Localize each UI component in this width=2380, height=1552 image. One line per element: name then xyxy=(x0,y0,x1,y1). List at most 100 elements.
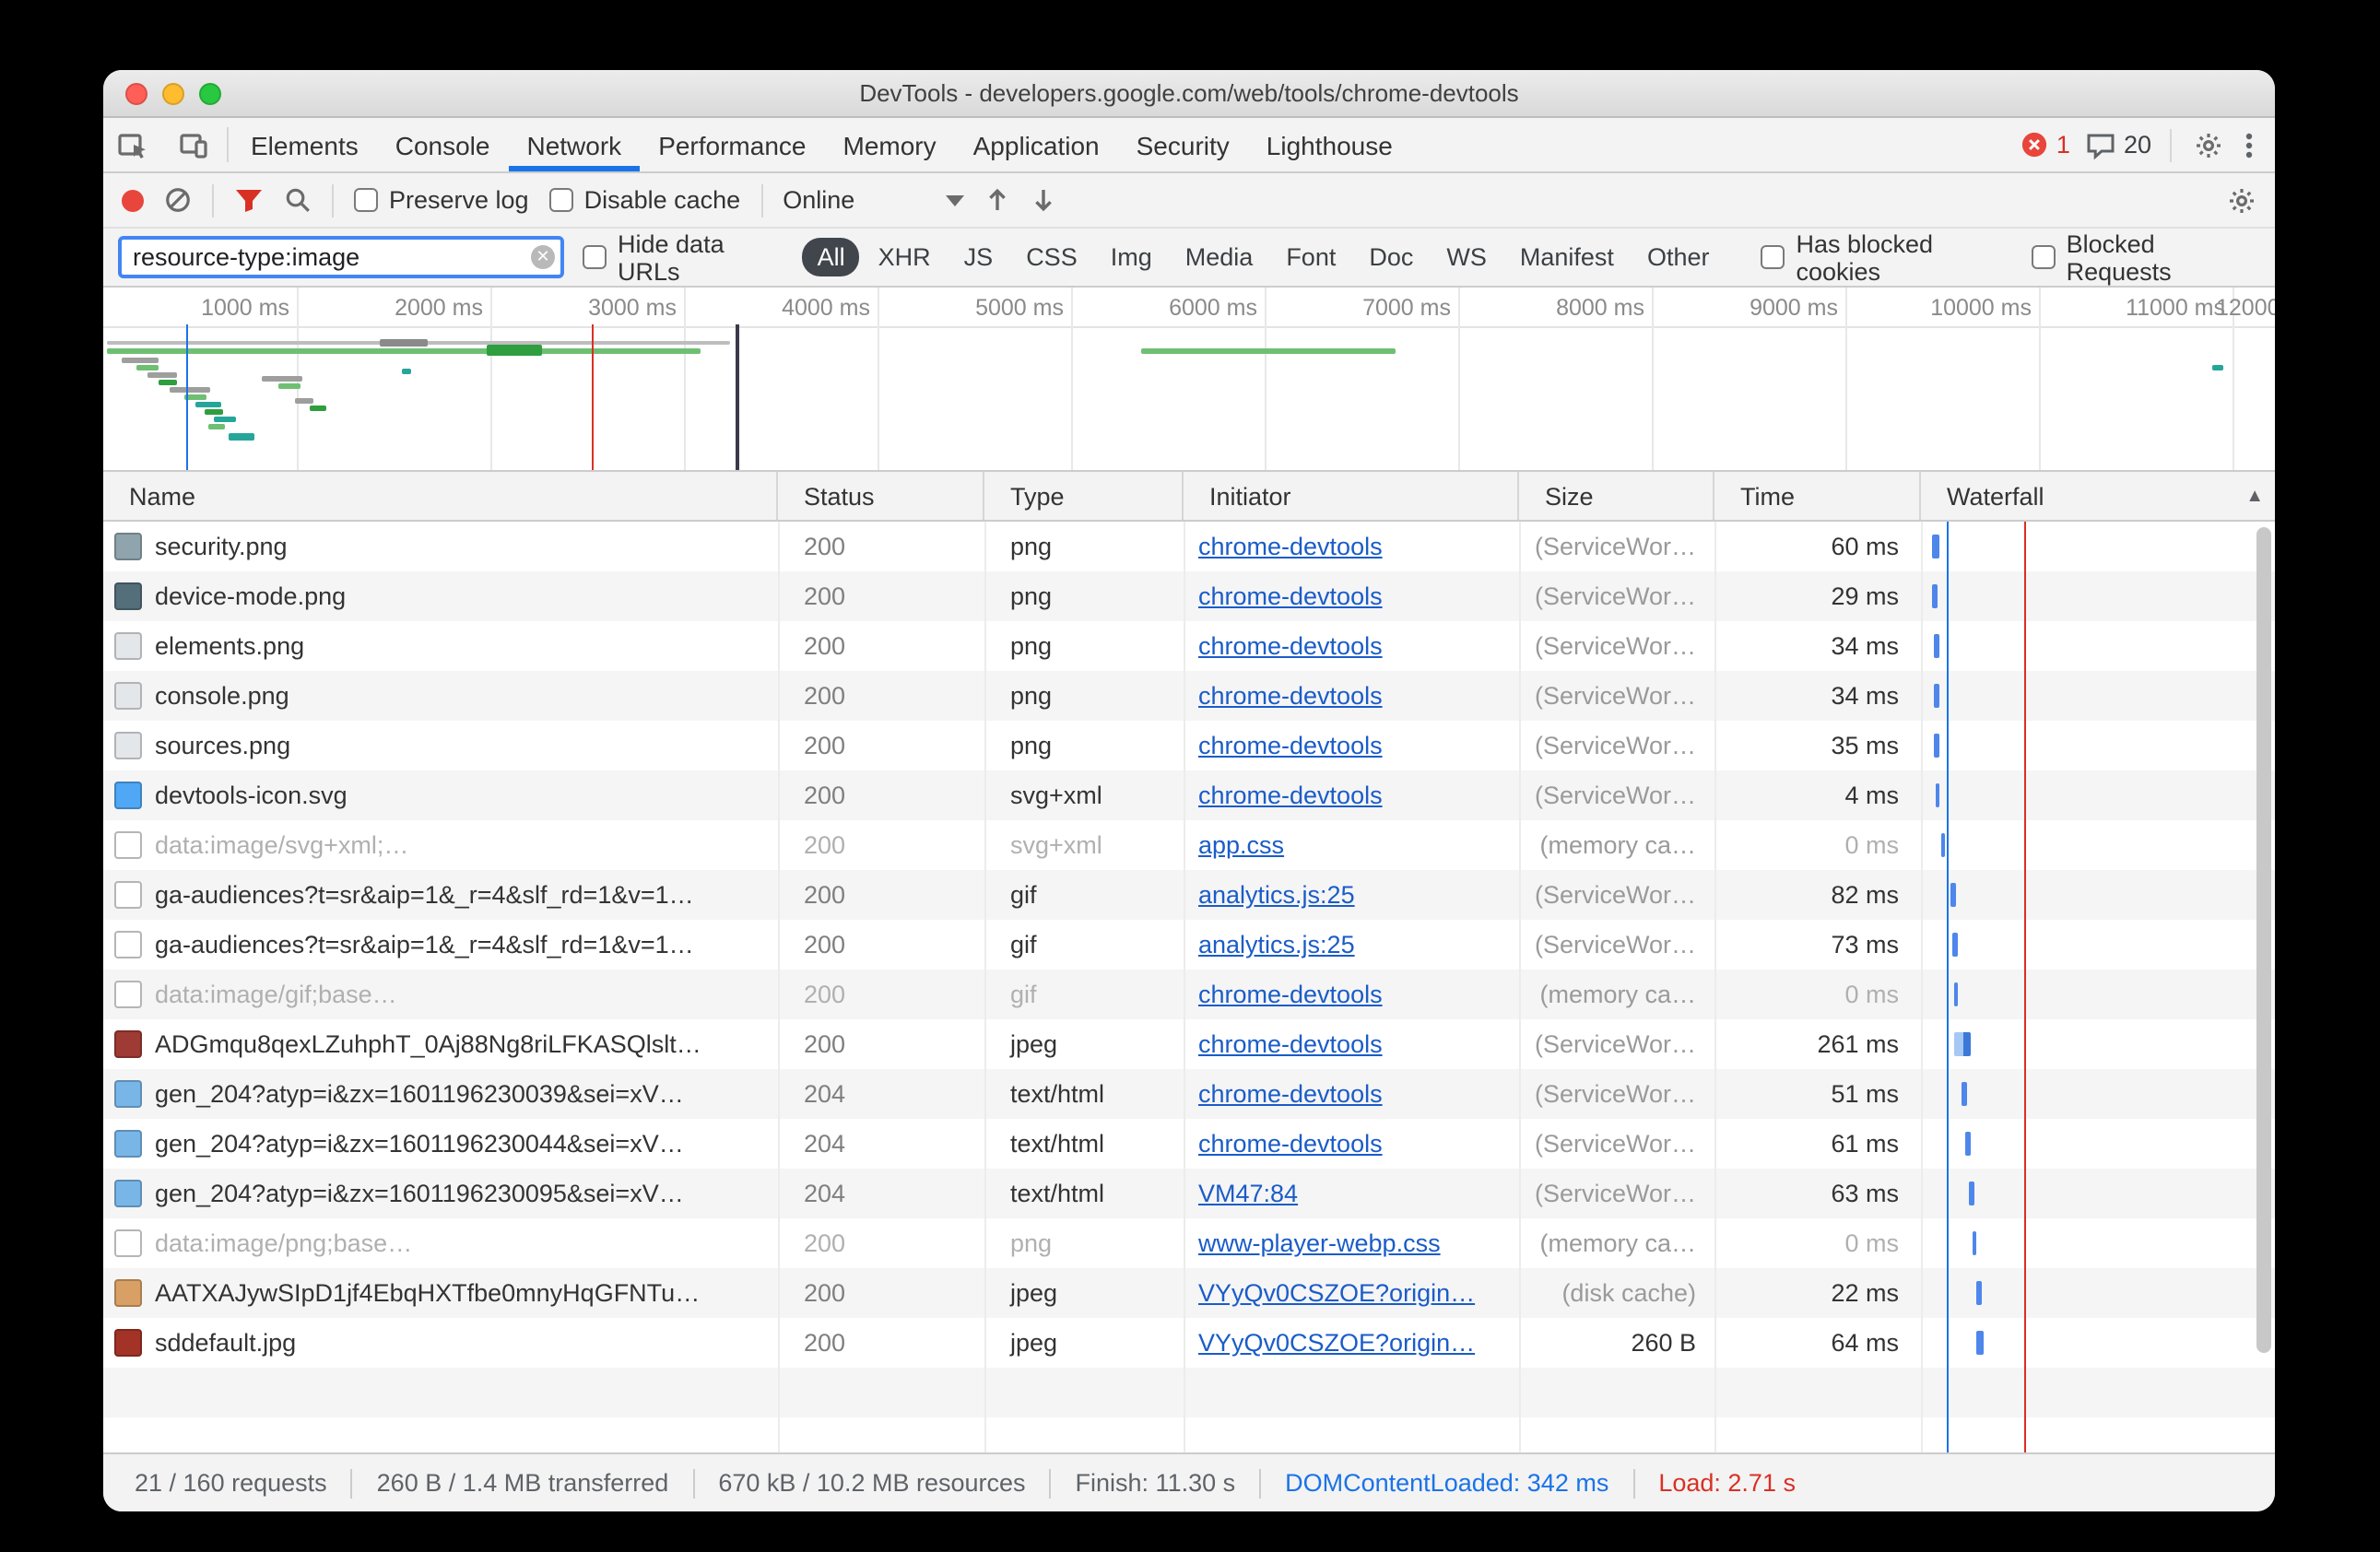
filter-pill-ws[interactable]: WS xyxy=(1432,238,1502,276)
column-header-size[interactable]: Size xyxy=(1519,472,1714,520)
disable-cache-checkbox[interactable]: Disable cache xyxy=(549,186,741,214)
initiator-link[interactable]: VYyQv0CSZOE?origin… xyxy=(1198,1279,1475,1307)
initiator-link[interactable]: chrome-devtools xyxy=(1198,1030,1383,1058)
filter-pill-img[interactable]: Img xyxy=(1096,238,1167,276)
initiator-link[interactable]: chrome-devtools xyxy=(1198,682,1383,710)
inspect-element-button[interactable] xyxy=(103,118,164,171)
tab-security[interactable]: Security xyxy=(1118,118,1248,171)
devtools-settings-button[interactable] xyxy=(2190,130,2227,159)
minimize-button[interactable] xyxy=(162,83,184,105)
table-row[interactable]: device-mode.png200pngchrome-devtools(Ser… xyxy=(103,571,2275,621)
preserve-log-checkbox[interactable]: Preserve log xyxy=(354,186,529,214)
device-toolbar-button[interactable] xyxy=(164,118,223,171)
import-har-button[interactable] xyxy=(984,186,1009,214)
export-har-button[interactable] xyxy=(1030,186,1055,214)
filter-pill-xhr[interactable]: XHR xyxy=(864,238,946,276)
column-header-type[interactable]: Type xyxy=(984,472,1184,520)
network-settings-button[interactable] xyxy=(2227,185,2256,215)
table-row[interactable]: gen_204?atyp=i&zx=1601196230039&sei=xV…2… xyxy=(103,1069,2275,1119)
column-header-status[interactable]: Status xyxy=(778,472,984,520)
table-row[interactable]: ADGmqu8qexLZuhphT_0Aj88Ng8riLFKASQlslt…2… xyxy=(103,1019,2275,1069)
filter-pill-js[interactable]: JS xyxy=(949,238,1008,276)
table-row[interactable]: elements.png200pngchrome-devtools(Servic… xyxy=(103,621,2275,671)
tab-lighthouse[interactable]: Lighthouse xyxy=(1248,118,1411,171)
hide-data-urls-checkbox[interactable]: Hide data URLs xyxy=(583,229,784,285)
cell-size: (ServiceWor… xyxy=(1519,1030,1714,1058)
scrollbar-thumb[interactable] xyxy=(2256,527,2271,1353)
throttling-select[interactable]: Online xyxy=(783,186,963,214)
table-row[interactable]: data:image/svg+xml;…200svg+xmlapp.css(me… xyxy=(103,820,2275,870)
tab-elements[interactable]: Elements xyxy=(232,118,377,171)
overview-bar xyxy=(208,424,225,429)
waterfall-bar xyxy=(1932,584,1938,608)
table-row[interactable]: gen_204?atyp=i&zx=1601196230095&sei=xV…2… xyxy=(103,1169,2275,1218)
filter-pill-manifest[interactable]: Manifest xyxy=(1505,238,1629,276)
issues-badge[interactable]: 20 xyxy=(2085,130,2151,159)
filter-pill-font[interactable]: Font xyxy=(1271,238,1350,276)
initiator-link[interactable]: chrome-devtools xyxy=(1198,732,1383,759)
zoom-button[interactable] xyxy=(199,83,221,105)
table-row[interactable]: console.png200pngchrome-devtools(Service… xyxy=(103,671,2275,721)
initiator-link[interactable]: www-player-webp.css xyxy=(1198,1229,1441,1257)
cell-name: gen_204?atyp=i&zx=1601196230039&sei=xV… xyxy=(103,1080,778,1108)
tabbar-right-divider xyxy=(2170,128,2172,161)
table-row[interactable]: AATXAJywSIpD1jf4EbqHXTfbe0mnyHqGFNTu…200… xyxy=(103,1268,2275,1318)
tab-console[interactable]: Console xyxy=(377,118,509,171)
initiator-link[interactable]: chrome-devtools xyxy=(1198,582,1383,610)
initiator-link[interactable]: VYyQv0CSZOE?origin… xyxy=(1198,1329,1475,1357)
network-filter-input[interactable] xyxy=(118,236,564,278)
cell-waterfall xyxy=(1921,920,2275,970)
clear-requests-button[interactable] xyxy=(164,186,192,214)
column-header-waterfall[interactable]: Waterfall▲ xyxy=(1921,472,2275,520)
table-row[interactable]: sddefault.jpg200jpegVYyQv0CSZOE?origin…2… xyxy=(103,1318,2275,1368)
panel-tabs: ElementsConsoleNetworkPerformanceMemoryA… xyxy=(232,118,1411,171)
table-row[interactable]: sources.png200pngchrome-devtools(Service… xyxy=(103,721,2275,770)
tab-application[interactable]: Application xyxy=(955,118,1118,171)
initiator-link[interactable]: chrome-devtools xyxy=(1198,782,1383,809)
column-header-name[interactable]: Name xyxy=(103,472,778,520)
devtools-menu-button[interactable] xyxy=(2242,130,2256,159)
cell-initiator: VYyQv0CSZOE?origin… xyxy=(1184,1329,1519,1357)
filter-pill-other[interactable]: Other xyxy=(1632,238,1725,276)
cell-waterfall xyxy=(1921,820,2275,870)
table-row[interactable]: data:image/png;base…200pngwww-player-web… xyxy=(103,1218,2275,1268)
filter-pill-doc[interactable]: Doc xyxy=(1354,238,1428,276)
filter-toggle-button[interactable] xyxy=(234,187,264,213)
has-blocked-cookies-label: Has blocked cookies xyxy=(1796,229,2012,285)
table-row[interactable]: devtools-icon.svg200svg+xmlchrome-devtoo… xyxy=(103,770,2275,820)
initiator-link[interactable]: app.css xyxy=(1198,831,1284,859)
initiator-link[interactable]: chrome-devtools xyxy=(1198,533,1383,560)
table-row[interactable]: security.png200pngchrome-devtools(Servic… xyxy=(103,522,2275,571)
table-row[interactable]: ga-audiences?t=sr&aip=1&_r=4&slf_rd=1&v=… xyxy=(103,870,2275,920)
close-button[interactable] xyxy=(125,83,147,105)
clear-filter-icon[interactable]: ✕ xyxy=(531,245,555,269)
tab-network[interactable]: Network xyxy=(508,118,640,171)
column-header-time[interactable]: Time xyxy=(1714,472,1921,520)
table-row[interactable]: gen_204?atyp=i&zx=1601196230044&sei=xV…2… xyxy=(103,1119,2275,1169)
tabbar-right-controls: 1 20 xyxy=(2021,118,2275,171)
table-row[interactable]: data:image/gif;base…200gifchrome-devtool… xyxy=(103,970,2275,1019)
filter-pill-all[interactable]: All xyxy=(803,238,860,276)
table-row[interactable]: ga-audiences?t=sr&aip=1&_r=4&slf_rd=1&v=… xyxy=(103,920,2275,970)
blocked-requests-checkbox[interactable]: Blocked Requests xyxy=(2032,229,2256,285)
issues-bubble-icon xyxy=(2085,130,2116,159)
initiator-link[interactable]: analytics.js:25 xyxy=(1198,881,1355,909)
initiator-link[interactable]: VM47:84 xyxy=(1198,1180,1298,1207)
file-thumbnail-icon xyxy=(114,881,142,909)
initiator-link[interactable]: chrome-devtools xyxy=(1198,1130,1383,1158)
tab-memory[interactable]: Memory xyxy=(825,118,955,171)
cell-name: data:image/gif;base… xyxy=(103,981,778,1008)
initiator-link[interactable]: chrome-devtools xyxy=(1198,981,1383,1008)
initiator-link[interactable]: chrome-devtools xyxy=(1198,632,1383,660)
network-overview[interactable]: 1000 ms2000 ms3000 ms4000 ms5000 ms6000 … xyxy=(103,288,2275,472)
search-button[interactable] xyxy=(284,186,312,214)
error-badge[interactable]: 1 xyxy=(2021,131,2070,159)
filter-pill-media[interactable]: Media xyxy=(1171,238,1268,276)
filter-pill-css[interactable]: CSS xyxy=(1011,238,1092,276)
record-button[interactable] xyxy=(122,189,144,211)
has-blocked-cookies-checkbox[interactable]: Has blocked cookies xyxy=(1761,229,2012,285)
initiator-link[interactable]: chrome-devtools xyxy=(1198,1080,1383,1108)
tab-performance[interactable]: Performance xyxy=(640,118,824,171)
column-header-initiator[interactable]: Initiator xyxy=(1184,472,1519,520)
initiator-link[interactable]: analytics.js:25 xyxy=(1198,931,1355,958)
